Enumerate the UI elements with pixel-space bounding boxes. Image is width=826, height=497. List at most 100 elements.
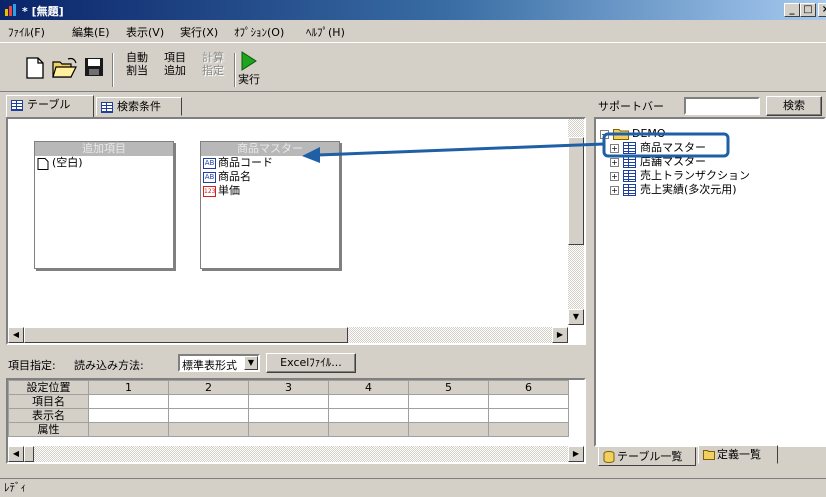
grid-cell[interactable]: [328, 394, 409, 409]
scrollbar-thumb[interactable]: [24, 327, 348, 343]
grid-column-header[interactable]: 1: [88, 380, 169, 395]
auto-assign-button[interactable]: 自動 割当: [120, 51, 154, 77]
new-file-icon[interactable]: [26, 57, 44, 79]
grid-cell[interactable]: [328, 422, 409, 437]
grid-cell[interactable]: [408, 422, 489, 437]
table-tree[interactable]: − DEMO + 商品マスター + 店舗マスター + 売上トランザクション + …: [594, 117, 826, 447]
run-play-icon[interactable]: [240, 51, 258, 71]
table-icon: [623, 184, 636, 196]
table-header[interactable]: 商品マスター: [201, 142, 339, 156]
scroll-left-arrow[interactable]: ◀: [8, 446, 24, 462]
folder-icon: [703, 450, 715, 460]
field-label: 商品コード: [218, 156, 273, 169]
table-icon: [623, 170, 636, 182]
tab-table[interactable]: テーブル: [6, 95, 94, 117]
grid-cell[interactable]: [88, 394, 169, 409]
menu-help[interactable]: ﾍﾙﾌﾟ(H): [306, 24, 345, 40]
grid-column-header[interactable]: 5: [408, 380, 489, 395]
expand-icon[interactable]: +: [610, 144, 619, 153]
tab-table-list[interactable]: テーブル一覧: [598, 447, 696, 466]
scroll-right-arrow[interactable]: ▶: [552, 327, 568, 343]
toolbar-separator: [112, 53, 114, 87]
grid-row-header: 属性: [8, 422, 89, 437]
menu-view[interactable]: 表示(V): [126, 24, 164, 40]
maximize-button[interactable]: □: [800, 3, 816, 17]
minimize-button[interactable]: _: [784, 3, 800, 17]
support-search-input[interactable]: [684, 97, 760, 115]
grid-column-header[interactable]: 4: [328, 380, 409, 395]
scrollbar-thumb[interactable]: [568, 137, 584, 245]
table-icon: [11, 100, 23, 111]
expand-icon[interactable]: +: [610, 186, 619, 195]
canvas-horizontal-scrollbar[interactable]: ◀ ▶: [8, 327, 568, 343]
expand-icon[interactable]: +: [610, 172, 619, 181]
collapse-icon[interactable]: −: [600, 130, 609, 139]
scroll-down-arrow[interactable]: ▼: [568, 309, 584, 325]
grid-cell[interactable]: [408, 394, 489, 409]
grid-cell[interactable]: [88, 422, 169, 437]
expand-icon[interactable]: +: [610, 158, 619, 167]
status-bar: ﾚﾃﾞｨ: [0, 478, 826, 497]
open-folder-icon[interactable]: [52, 57, 78, 79]
grid-cell[interactable]: [248, 422, 329, 437]
tab-definition-list[interactable]: 定義一覧: [698, 445, 778, 464]
scrollbar-thumb[interactable]: [24, 446, 34, 462]
database-folder-icon: [613, 129, 629, 140]
field-row[interactable]: 123 単価: [201, 184, 339, 198]
support-search-button[interactable]: 検索: [766, 96, 822, 116]
menu-file[interactable]: ﾌｧｲﾙ(F): [8, 24, 45, 40]
grid-cell[interactable]: [488, 408, 569, 423]
menu-run[interactable]: 実行(X): [180, 24, 218, 40]
grid-row-header: 項目名: [8, 394, 89, 409]
calc-spec-button[interactable]: 計算 指定: [196, 51, 230, 77]
grid-cell[interactable]: [488, 422, 569, 437]
menu-options[interactable]: ｵﾌﾟｼｮﾝ(O): [234, 24, 284, 40]
add-item-button[interactable]: 項目 追加: [158, 51, 192, 77]
grid-cell[interactable]: [168, 408, 249, 423]
field-row[interactable]: AB 商品コード: [201, 156, 339, 170]
close-button[interactable]: ×: [818, 3, 826, 17]
grid-cell[interactable]: [408, 408, 489, 423]
tree-item-label: 売上トランザクション: [640, 169, 750, 182]
table-diagram-canvas[interactable]: 追加項目 (空白) 商品マスター AB 商品コード AB 商品名 123 単価: [6, 117, 586, 345]
tab-search-conditions[interactable]: 検索条件: [96, 97, 182, 116]
support-bar-label: サポートバー: [598, 100, 664, 113]
grid-cell[interactable]: [168, 394, 249, 409]
added-items-table[interactable]: 追加項目 (空白): [34, 141, 174, 269]
table-icon: [623, 156, 636, 168]
item-spec-grid[interactable]: 設定位置 1 2 3 4 5 6 項目名 表示名 属性 ◀ ▶: [6, 378, 586, 464]
tab-search-label: 検索条件: [117, 100, 161, 113]
grid-column-header[interactable]: 3: [248, 380, 329, 395]
canvas-vertical-scrollbar[interactable]: ▼: [568, 119, 584, 325]
database-icon: [603, 451, 615, 463]
save-icon[interactable]: [84, 57, 104, 77]
read-method-select[interactable]: 標準表形式 ▼: [178, 354, 260, 372]
grid-cell[interactable]: [248, 408, 329, 423]
grid-column-header[interactable]: 6: [488, 380, 569, 395]
item-spec-label: 項目指定:: [8, 359, 56, 372]
scroll-left-arrow[interactable]: ◀: [8, 327, 24, 343]
field-row[interactable]: AB 商品名: [201, 170, 339, 184]
grid-cell[interactable]: [248, 394, 329, 409]
grid-cell[interactable]: [488, 394, 569, 409]
text-field-icon: AB: [203, 158, 216, 169]
grid-cell[interactable]: [168, 422, 249, 437]
chevron-down-icon[interactable]: ▼: [244, 356, 258, 370]
grid-horizontal-scrollbar[interactable]: ◀ ▶: [8, 446, 584, 462]
grid-column-header[interactable]: 2: [168, 380, 249, 395]
table-icon: [623, 142, 636, 154]
field-row[interactable]: (空白): [35, 156, 173, 170]
menu-bar: ﾌｧｲﾙ(F) 編集(E) 表示(V) 実行(X) ｵﾌﾟｼｮﾝ(O) ﾍﾙﾌﾟ…: [0, 21, 826, 40]
product-master-table[interactable]: 商品マスター AB 商品コード AB 商品名 123 単価: [200, 141, 340, 269]
scroll-right-arrow[interactable]: ▶: [568, 446, 584, 462]
grid-header-row: 設定位置 1 2 3 4 5 6: [8, 380, 569, 395]
view-tabs: テーブル 検索条件: [6, 95, 586, 117]
read-method-value: 標準表形式: [182, 359, 237, 372]
run-button-label[interactable]: 実行: [236, 73, 262, 86]
excel-file-button[interactable]: Excelﾌｧｲﾙ...: [266, 353, 356, 373]
grid-cell[interactable]: [88, 408, 169, 423]
title-bar: * [無題] _ □ ×: [0, 0, 826, 20]
grid-cell[interactable]: [328, 408, 409, 423]
table-header[interactable]: 追加項目: [35, 142, 173, 156]
menu-edit[interactable]: 編集(E): [72, 24, 110, 40]
